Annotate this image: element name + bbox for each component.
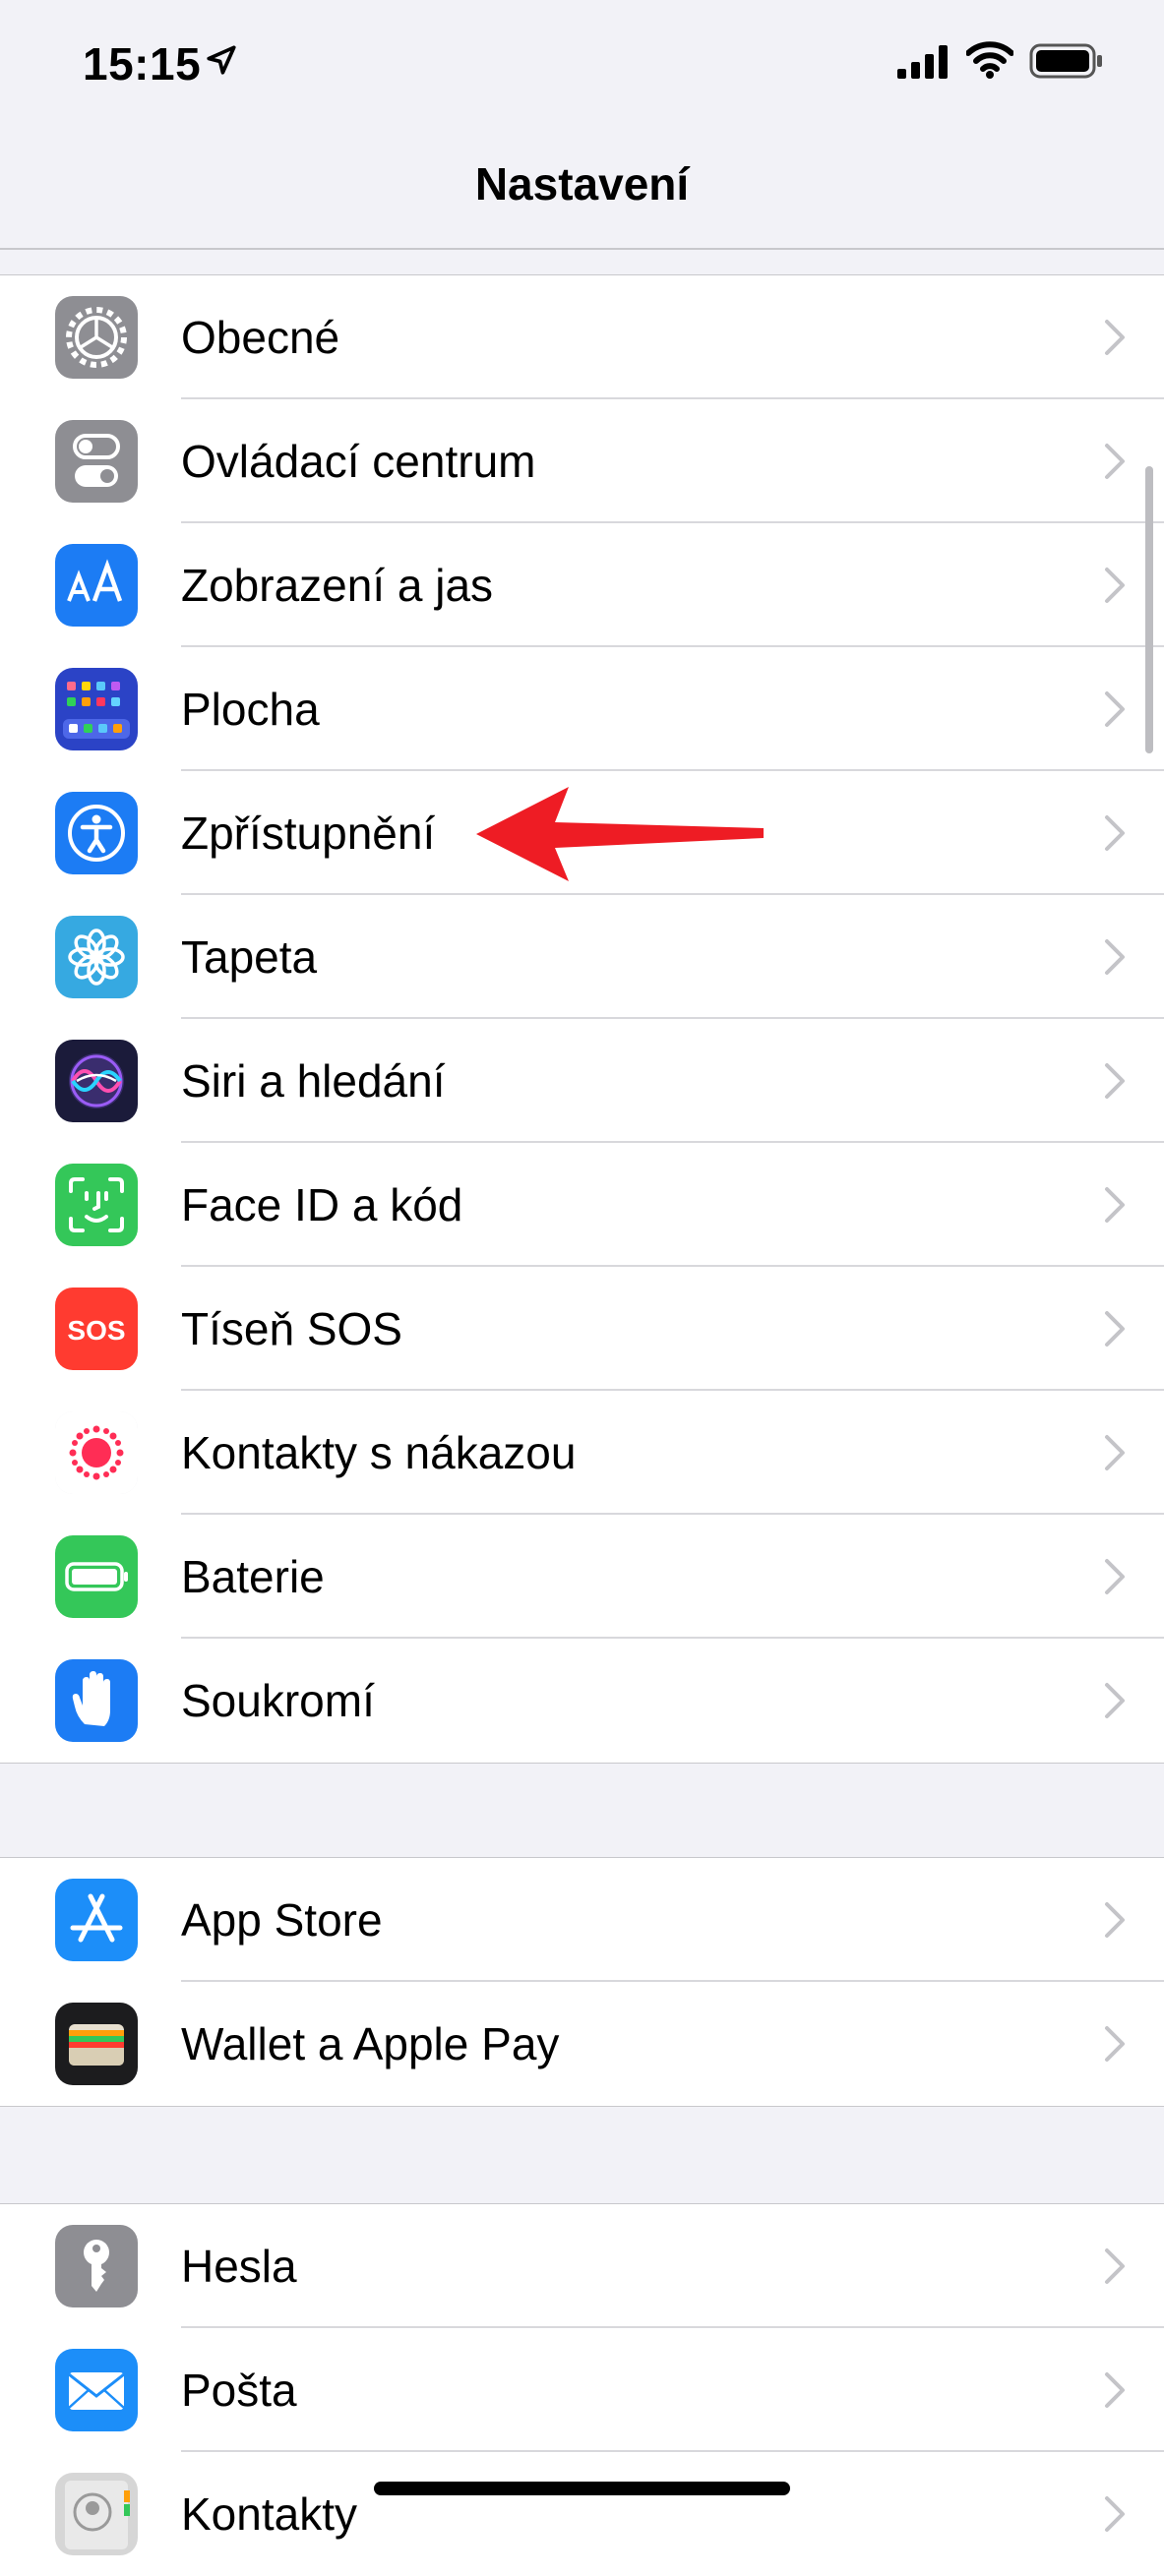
- settings-row-label: Kontakty s nákazou: [181, 1427, 577, 1478]
- settings-row-tisen-sos[interactable]: SOS Tíseň SOS: [0, 1267, 1164, 1391]
- settings-row-label: Kontakty: [181, 2488, 357, 2540]
- scrollbar[interactable]: [1145, 466, 1153, 753]
- settings-row-ovladaci-centrum[interactable]: Ovládací centrum: [0, 399, 1164, 523]
- face-id-icon: [55, 1164, 138, 1246]
- settings-row-label: Pošta: [181, 2365, 297, 2416]
- chevron-right-icon: [1105, 2026, 1125, 2062]
- text-size-icon: [55, 544, 138, 627]
- settings-row-kontakty[interactable]: Kontakty: [0, 2452, 1164, 2576]
- settings-row-label: Soukromí: [181, 1675, 375, 1726]
- chevron-right-icon: [1105, 320, 1125, 355]
- home-indicator[interactable]: [374, 2482, 790, 2495]
- settings-row-label: Zobrazení a jas: [181, 560, 494, 611]
- chevron-right-icon: [1105, 939, 1125, 975]
- settings-row-wallet[interactable]: Wallet a Apple Pay: [0, 1982, 1164, 2106]
- chevron-right-icon: [1105, 1683, 1125, 1718]
- navigation-bar: Nastavení: [0, 128, 1164, 250]
- battery-icon: [55, 1535, 138, 1618]
- chevron-right-icon: [1105, 1187, 1125, 1223]
- chevron-right-icon: [1105, 1311, 1125, 1347]
- app-store-icon: [55, 1879, 138, 1961]
- settings-row-label: Zpřístupnění: [181, 808, 436, 859]
- settings-row-posta[interactable]: Pošta: [0, 2328, 1164, 2452]
- settings-row-label: Hesla: [181, 2241, 297, 2292]
- settings-row-label: Plocha: [181, 684, 320, 735]
- settings-row-hesla[interactable]: Hesla: [0, 2204, 1164, 2328]
- chevron-right-icon: [1105, 2248, 1125, 2284]
- wifi-icon: [966, 41, 1013, 79]
- page-title: Nastavení: [474, 158, 690, 210]
- chevron-right-icon: [1105, 1559, 1125, 1594]
- settings-row-zobrazeni-a-jas[interactable]: Zobrazení a jas: [0, 523, 1164, 647]
- settings-row-label: Wallet a Apple Pay: [181, 2018, 560, 2069]
- mail-icon: [55, 2349, 138, 2431]
- svg-text:SOS: SOS: [67, 1315, 125, 1346]
- sos-icon: SOS: [55, 1288, 138, 1370]
- toggles-icon: [55, 420, 138, 503]
- settings-row-siri[interactable]: Siri a hledání: [0, 1019, 1164, 1143]
- chevron-right-icon: [1105, 2372, 1125, 2408]
- chevron-right-icon: [1105, 815, 1125, 851]
- location-arrow-icon: [207, 45, 236, 75]
- accessibility-icon: [55, 792, 138, 874]
- chevron-right-icon: [1105, 1435, 1125, 1470]
- cellular-signal-icon: [897, 45, 948, 79]
- red-arrow-icon: [476, 787, 764, 881]
- settings-row-label: Ovládací centrum: [181, 436, 536, 487]
- exposure-notification-icon: [55, 1411, 138, 1494]
- settings-row-plocha[interactable]: Plocha: [0, 647, 1164, 771]
- settings-row-label: Tíseň SOS: [181, 1303, 402, 1354]
- settings-row-label: App Store: [181, 1894, 383, 1946]
- settings-row-label: Face ID a kód: [181, 1179, 463, 1230]
- settings-row-soukromi[interactable]: Soukromí: [0, 1639, 1164, 1763]
- settings-row-label: Siri a hledání: [181, 1055, 446, 1107]
- wallet-icon: [55, 2003, 138, 2085]
- status-time: 15:15: [83, 38, 202, 90]
- settings-row-obecne[interactable]: Obecné: [0, 275, 1164, 399]
- settings-row-tapeta[interactable]: Tapeta: [0, 895, 1164, 1019]
- settings-row-kontakty-s-nakazou[interactable]: Kontakty s nákazou: [0, 1391, 1164, 1515]
- chevron-right-icon: [1105, 1902, 1125, 1938]
- chevron-right-icon: [1105, 2496, 1125, 2532]
- siri-icon: [55, 1040, 138, 1122]
- chevron-right-icon: [1105, 568, 1125, 603]
- settings-group-1: Obecné Ovládací centrum Zobrazení a jas: [0, 274, 1164, 1764]
- settings-row-baterie[interactable]: Baterie: [0, 1515, 1164, 1639]
- chevron-right-icon: [1105, 444, 1125, 479]
- settings-group-2: App Store Wallet a Apple Pay: [0, 1857, 1164, 2107]
- chevron-right-icon: [1105, 691, 1125, 727]
- settings-row-label: Baterie: [181, 1551, 325, 1602]
- chevron-right-icon: [1105, 1063, 1125, 1099]
- settings-row-face-id[interactable]: Face ID a kód: [0, 1143, 1164, 1267]
- gear-icon: [55, 296, 138, 379]
- contacts-icon: [55, 2473, 138, 2555]
- key-icon: [55, 2225, 138, 2307]
- flower-icon: [55, 916, 138, 998]
- settings-row-label: Obecné: [181, 312, 340, 363]
- settings-group-3: Hesla Pošta Kontakty: [0, 2203, 1164, 2576]
- settings-row-app-store[interactable]: App Store: [0, 1858, 1164, 1982]
- hand-icon: [55, 1659, 138, 1742]
- home-screen-grid-icon: [55, 668, 138, 750]
- settings-row-label: Tapeta: [181, 931, 318, 983]
- status-bar: 15:15: [0, 0, 1164, 128]
- battery-icon: [1029, 43, 1102, 79]
